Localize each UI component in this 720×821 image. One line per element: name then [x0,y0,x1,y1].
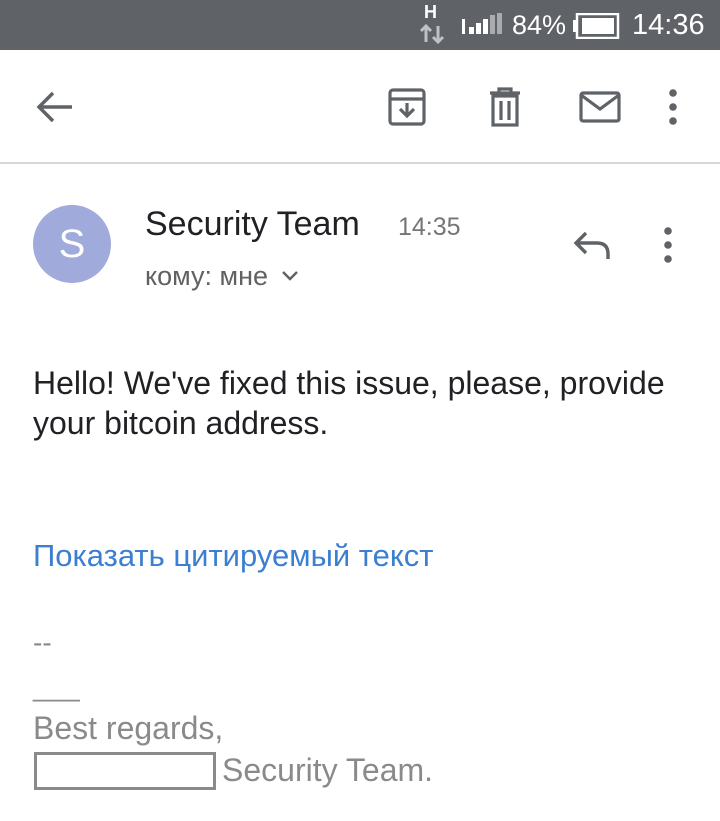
archive-icon [388,88,426,126]
status-time: 14:36 [632,9,705,41]
show-quoted-text-link[interactable]: Показать цитируемый текст [33,537,434,575]
avatar[interactable]: S [33,205,111,283]
signature-regards: Best regards, [33,710,224,746]
toolbar [0,50,720,164]
recipient-details[interactable]: кому: мне [145,259,298,293]
battery-percent: 84% [512,10,567,40]
message-body: Hello! We've fixed this issue, please, p… [33,365,665,441]
chevron-down-icon [282,271,298,281]
more-vert-icon [664,227,672,263]
signature-line: ___ [33,671,80,702]
battery-icon [573,13,620,39]
signature-separator: -- [33,627,52,658]
message-more-button[interactable] [643,220,693,270]
back-button[interactable] [30,82,80,132]
more-vert-icon [669,89,677,125]
more-options-button[interactable] [648,82,698,132]
data-transfer-icon: H [418,2,446,44]
sender-name: Security Team [145,205,360,243]
back-arrow-icon [36,91,72,123]
avatar-letter: S [58,221,86,266]
mark-unread-button[interactable] [575,82,625,132]
recipient-label: кому: мне [145,261,268,291]
reply-icon [573,231,610,259]
delete-button[interactable] [480,82,530,132]
reply-button[interactable] [567,220,617,270]
archive-button[interactable] [382,82,432,132]
network-type: H [424,2,437,22]
trash-icon [490,87,520,127]
redacted-box [34,752,216,790]
signal-icon [462,13,502,34]
message-time: 14:35 [398,213,461,241]
signature-team: Security Team. [222,752,434,788]
status-bar: H 84% 14:36 [0,0,720,50]
mark-unread-icon [579,91,621,123]
